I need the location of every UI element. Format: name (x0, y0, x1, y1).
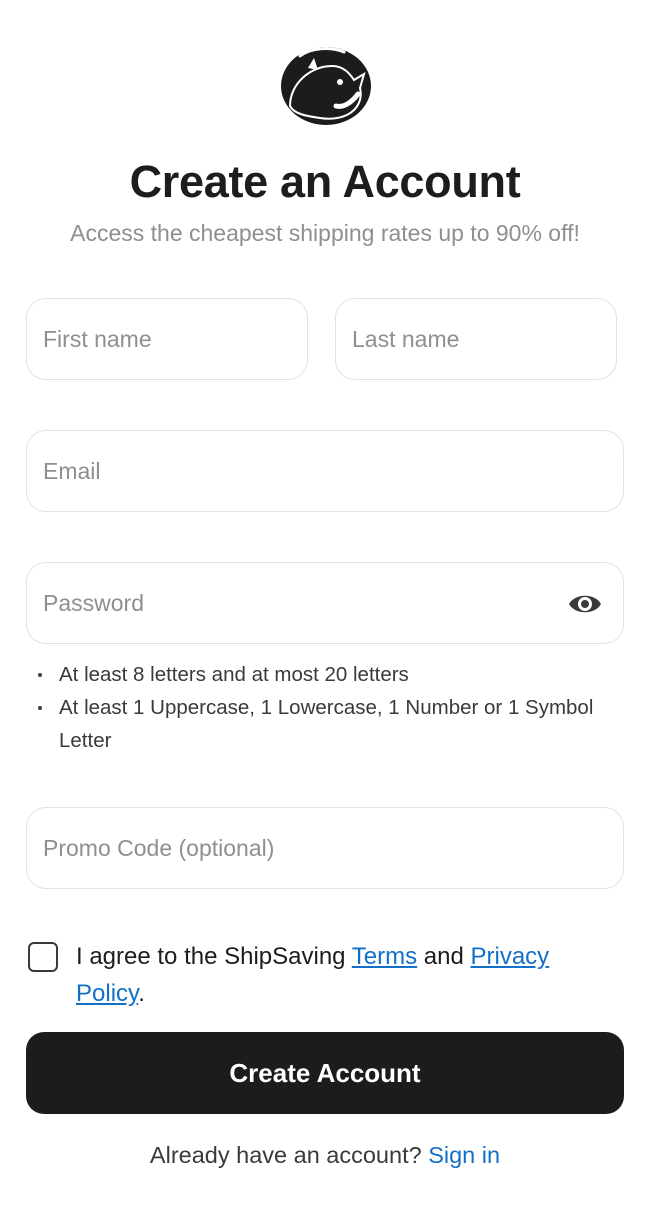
last-name-input[interactable] (336, 299, 616, 379)
signin-prompt: Already have an account? Sign in (0, 1142, 650, 1169)
terms-link[interactable]: Terms (352, 943, 417, 970)
terms-checkbox[interactable] (28, 942, 58, 972)
password-input[interactable] (27, 563, 623, 643)
password-rule: At least 8 letters and at most 20 letter… (36, 658, 626, 691)
rhino-logo-icon (281, 47, 371, 125)
eye-icon[interactable] (567, 589, 603, 619)
promo-code-field[interactable] (26, 807, 624, 889)
page-title: Create an Account (129, 156, 521, 207)
page-subtitle: Access the cheapest shipping rates up to… (70, 220, 580, 246)
password-rules-list: At least 8 letters and at most 20 letter… (36, 658, 626, 757)
first-name-input[interactable] (27, 299, 307, 379)
terms-agreement: I agree to the ShipSaving Terms and Priv… (26, 938, 624, 1012)
last-name-field[interactable] (335, 298, 617, 380)
terms-text: I agree to the ShipSaving Terms and Priv… (76, 938, 596, 1012)
email-field[interactable] (26, 430, 624, 512)
sign-in-link[interactable]: Sign in (428, 1142, 500, 1168)
password-rule: At least 1 Uppercase, 1 Lowercase, 1 Num… (36, 691, 626, 757)
signin-prompt-text: Already have an account? (149, 1142, 429, 1168)
terms-middle: and (417, 943, 471, 970)
create-account-button[interactable]: Create Account (26, 1032, 624, 1114)
create-account-page: Create an Account Access the cheapest sh… (0, 0, 650, 1220)
terms-suffix: . (138, 980, 145, 1007)
first-name-field[interactable] (26, 298, 308, 380)
promo-code-input[interactable] (27, 808, 623, 888)
terms-prefix: I agree to the ShipSaving (76, 943, 352, 970)
password-field[interactable] (26, 562, 624, 644)
email-input[interactable] (27, 431, 623, 511)
